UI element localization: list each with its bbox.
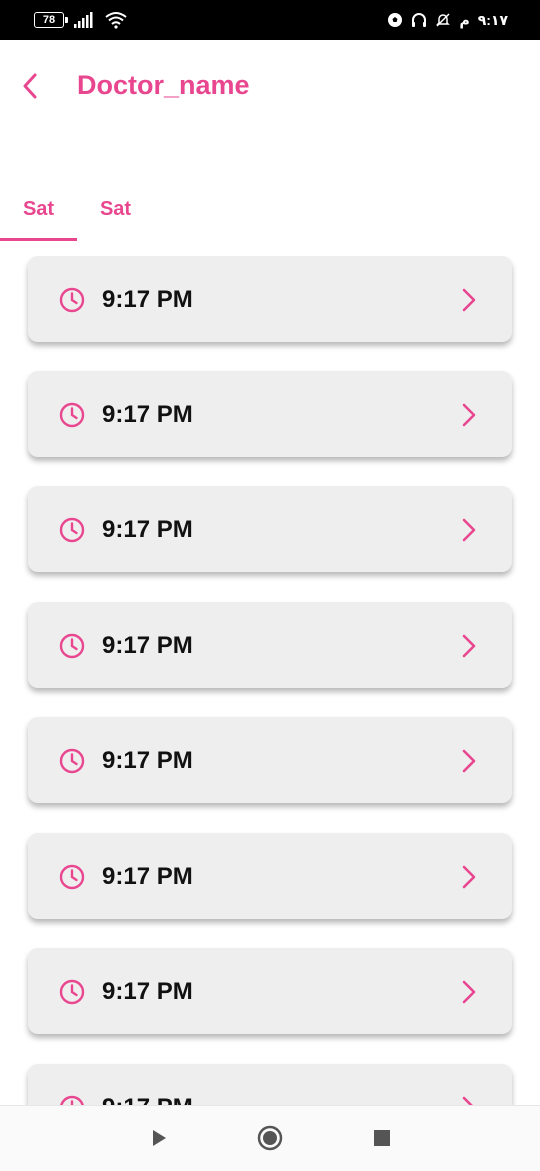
time-slot-label: 9:17 PM: [102, 516, 193, 543]
time-slot-card[interactable]: 9:17 PM: [28, 948, 512, 1034]
time-slot-label: 9:17 PM: [102, 978, 193, 1005]
nav-back-button[interactable]: [143, 1122, 175, 1154]
system-nav-bar: [0, 1105, 540, 1171]
page-title: Doctor_name: [77, 70, 250, 100]
status-left: 78: [34, 11, 128, 29]
square-recents-icon: [374, 1130, 390, 1146]
chevron-right-icon: [462, 1096, 473, 1105]
back-button[interactable]: [12, 68, 48, 104]
clock-icon: [59, 748, 85, 774]
triangle-back-icon: [153, 1130, 166, 1146]
signal-icon: [74, 12, 93, 28]
time-slot-label: 9:17 PM: [102, 286, 193, 313]
time-slot-label: 9:17 PM: [102, 1094, 193, 1105]
battery-indicator: 78: [34, 12, 68, 28]
chevron-right-icon: [462, 518, 476, 542]
headphones-icon: [412, 13, 427, 27]
time-slot-label: 9:17 PM: [102, 863, 193, 890]
nav-home-button[interactable]: [254, 1122, 286, 1154]
time-slot-card[interactable]: 9:17 PM: [28, 1064, 512, 1105]
status-time: ٩:١٧: [477, 11, 508, 28]
chevron-right-icon: [462, 403, 476, 427]
chevron-right-icon: [462, 634, 476, 658]
tab-indicator: [0, 238, 77, 241]
app-bar: Doctor_name: [0, 40, 540, 140]
time-slot-card[interactable]: 9:17 PM: [28, 371, 512, 457]
chevron-right-icon: [462, 980, 476, 1004]
time-slot-label: 9:17 PM: [102, 401, 193, 428]
clock-icon: [59, 517, 85, 543]
clock-icon: [59, 864, 85, 890]
clock-icon: [59, 979, 85, 1005]
time-slot-card[interactable]: 9:17 PM: [28, 833, 512, 919]
tab-day-1[interactable]: Sat: [0, 188, 77, 238]
clock-icon: [59, 402, 85, 428]
clock-icon: [59, 633, 85, 659]
status-bar: 78 م ٩:١٧: [0, 0, 540, 40]
clock-icon: [60, 1095, 84, 1105]
time-slot-list[interactable]: 9:17 PM 9:17 PM 9:17 PM 9:17 PM 9:17 PM …: [0, 256, 540, 1105]
chevron-right-icon: [462, 288, 476, 312]
status-right: م ٩:١٧: [387, 12, 508, 29]
notifications-off-icon: [436, 13, 451, 27]
clock-icon: [59, 287, 85, 313]
status-ampm: م: [459, 11, 470, 28]
day-tabs: Sat Sat: [0, 188, 540, 242]
chevron-right-icon: [462, 865, 476, 889]
chevron-right-icon: [462, 749, 476, 773]
nav-recents-button[interactable]: [366, 1122, 398, 1154]
time-slot-card[interactable]: 9:17 PM: [28, 486, 512, 572]
time-slot-card[interactable]: 9:17 PM: [28, 717, 512, 803]
circle-home-icon: [257, 1125, 283, 1151]
time-slot-label: 9:17 PM: [102, 632, 193, 659]
time-slot-label: 9:17 PM: [102, 747, 193, 774]
tab-day-2[interactable]: Sat: [77, 188, 154, 238]
time-slot-card[interactable]: 9:17 PM: [28, 602, 512, 688]
chevron-left-icon: [23, 73, 37, 99]
time-slot-card[interactable]: 9:17 PM: [28, 256, 512, 342]
soccer-ball-icon: [388, 13, 403, 27]
wifi-icon: [105, 12, 127, 29]
